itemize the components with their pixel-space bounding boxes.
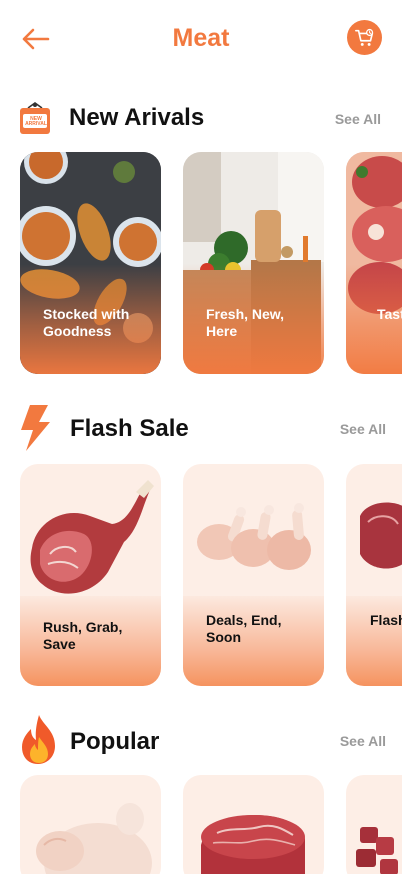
see-all-flash-sale[interactable]: See All: [340, 421, 386, 437]
lightning-icon: [18, 405, 52, 456]
flash-sale-card-label: Deals, End, Soon: [206, 612, 282, 645]
new-arrival-card-label: Taste Fresh: [377, 306, 402, 322]
new-arrivals-carousel[interactable]: Stocked with Goodness Fresh, New, Here T…: [20, 152, 402, 374]
popular-header: Popular See All: [0, 713, 402, 764]
flash-sale-card[interactable]: Flash Dash: [346, 464, 402, 686]
flash-sale-card[interactable]: Deals, End, Soon: [183, 464, 324, 686]
new-arrival-card[interactable]: Stocked with Goodness: [20, 152, 161, 374]
card-image: [36, 803, 152, 874]
card-image: [201, 815, 305, 874]
section-title-new-arrivals: New Arivals: [69, 104, 205, 131]
flash-sale-card-label: Rush, Grab, Save: [43, 619, 123, 652]
popular-card[interactable]: [183, 775, 324, 874]
new-arrival-card-label: Stocked with Goodness: [43, 306, 130, 339]
flash-sale-carousel[interactable]: Rush, Grab, Save Deals, End, Soon Flash …: [20, 464, 402, 686]
cart-icon: [354, 28, 373, 46]
app-header: Meat: [0, 0, 402, 78]
card-image: [356, 827, 398, 874]
flash-sale-card[interactable]: Rush, Grab, Save: [20, 464, 161, 686]
cart-button[interactable]: [347, 20, 382, 55]
new-arrivals-header: NEW ARRIVAL New Arivals See All: [0, 95, 402, 145]
popular-card[interactable]: [20, 775, 161, 874]
popular-carousel[interactable]: [20, 775, 402, 874]
popular-card[interactable]: [346, 775, 402, 874]
new-arrival-card[interactable]: Fresh, New, Here: [183, 152, 324, 374]
fire-icon: [19, 713, 59, 770]
new-arrival-card[interactable]: Taste Fresh: [346, 152, 402, 374]
new-arrival-badge-icon: NEW ARRIVAL: [18, 102, 52, 141]
page-title: Meat: [172, 24, 230, 52]
see-all-popular[interactable]: See All: [340, 733, 386, 749]
new-arrival-card-label: Fresh, New, Here: [206, 306, 285, 339]
see-all-new-arrivals[interactable]: See All: [335, 111, 381, 127]
section-title-flash-sale: Flash Sale: [70, 415, 189, 442]
new-arrival-badge-text: NEW ARRIVAL: [25, 116, 47, 127]
section-title-popular: Popular: [70, 728, 160, 755]
flash-sale-header: Flash Sale See All: [0, 405, 402, 455]
flash-sale-card-label: Flash Dash: [370, 612, 402, 628]
